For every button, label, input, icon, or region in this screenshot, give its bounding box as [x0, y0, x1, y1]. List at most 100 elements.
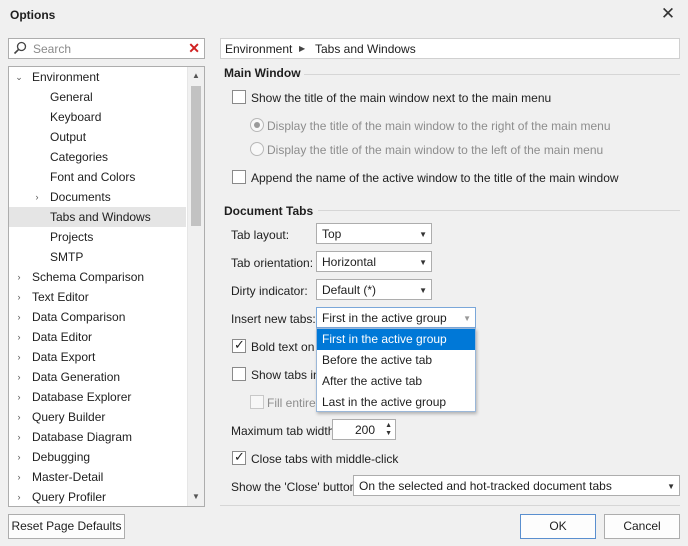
chevron-right-icon[interactable]: › — [14, 287, 24, 307]
breadcrumb-separator-icon: ▶ — [299, 44, 306, 53]
tree-item-label: Schema Comparison — [32, 270, 145, 284]
tree-item-label: Query Builder — [32, 410, 106, 424]
tree-item-smtp[interactable]: SMTP — [9, 247, 186, 267]
tree-item-database-diagram[interactable]: › Database Diagram — [9, 427, 186, 447]
chevron-right-icon[interactable]: › — [14, 347, 24, 367]
tree-item-label: Environment — [32, 70, 100, 84]
tree-item-projects[interactable]: Projects — [9, 227, 186, 247]
tree-item-font-and-colors[interactable]: Font and Colors — [9, 167, 186, 187]
options-tree[interactable]: ⌄ Environment General Keyboard Output Ca… — [8, 66, 205, 507]
bold-text-checkbox[interactable]: ✓ — [232, 337, 246, 353]
breadcrumb-current: Tabs and Windows — [315, 42, 416, 56]
chevron-right-icon[interactable]: › — [14, 427, 24, 447]
tree-item-query-builder[interactable]: › Query Builder — [9, 407, 186, 427]
tree-item-database-explorer[interactable]: › Database Explorer — [9, 387, 186, 407]
close-middle-click-label: Close tabs with middle-click — [251, 452, 399, 466]
dropdown-option[interactable]: Before the active tab — [317, 350, 475, 371]
scroll-up-icon[interactable]: ▲ — [188, 68, 204, 84]
tab-orientation-select[interactable]: Horizontal ▼ — [316, 251, 432, 272]
chevron-right-icon[interactable]: › — [14, 367, 24, 387]
max-tab-width-spinner[interactable]: 200 ▲ ▼ — [332, 419, 396, 440]
tree-scrollbar[interactable]: ▲ ▼ — [187, 67, 204, 506]
dirty-indicator-value: Default (*) — [322, 283, 377, 297]
tree-item-output[interactable]: Output — [9, 127, 186, 147]
reset-page-defaults-button[interactable]: Reset Page Defaults — [8, 514, 125, 539]
tree-item-label: Data Generation — [32, 370, 121, 384]
chevron-right-icon[interactable]: › — [14, 487, 24, 506]
chevron-right-icon[interactable]: › — [14, 307, 24, 327]
chevron-right-icon[interactable]: › — [14, 407, 24, 427]
tree-item-label: General — [50, 90, 93, 104]
tree-item-tabs-and-windows[interactable]: Tabs and Windows — [9, 207, 186, 227]
tree-item-data-editor[interactable]: › Data Editor — [9, 327, 186, 347]
tab-orientation-value: Horizontal — [322, 255, 377, 269]
tree-item-data-comparison[interactable]: › Data Comparison — [9, 307, 186, 327]
tree-item-documents[interactable]: › Documents — [9, 187, 186, 207]
tree-item-label: Data Comparison — [32, 310, 126, 324]
tree-item-data-export[interactable]: › Data Export — [9, 347, 186, 367]
max-tab-width-label: Maximum tab width: — [231, 424, 338, 438]
bold-text-label: Bold text on s — [251, 340, 324, 354]
tree-item-label: Data Export — [32, 350, 96, 364]
cancel-button[interactable]: Cancel — [604, 514, 680, 539]
chevron-right-icon[interactable]: › — [14, 387, 24, 407]
breadcrumb-root[interactable]: Environment — [225, 42, 292, 56]
chevron-right-icon[interactable]: › — [32, 187, 42, 207]
close-middle-click-checkbox[interactable]: ✓ — [232, 449, 246, 465]
window-title: Options — [10, 8, 56, 22]
scroll-down-icon[interactable]: ▼ — [188, 489, 204, 505]
tree-item-label: Master-Detail — [32, 470, 104, 484]
insert-new-tabs-dropdown[interactable]: First in the active group Before the act… — [316, 328, 476, 412]
search-box[interactable]: ✕ — [8, 38, 205, 59]
tree-item-label: Database Explorer — [32, 390, 132, 404]
show-close-button-value: On the selected and hot-tracked document… — [359, 479, 612, 493]
tree-item-keyboard[interactable]: Keyboard — [9, 107, 186, 127]
tree-item-label: Font and Colors — [50, 170, 136, 184]
dirty-indicator-select[interactable]: Default (*) ▼ — [316, 279, 432, 300]
tree-item-schema-comparison[interactable]: › Schema Comparison — [9, 267, 186, 287]
tree-item-label: Keyboard — [50, 110, 102, 124]
ok-button[interactable]: OK — [520, 514, 596, 539]
tree-item-data-generation[interactable]: › Data Generation — [9, 367, 186, 387]
dropdown-arrow-icon: ▼ — [667, 482, 675, 491]
spin-up-icon[interactable]: ▲ — [385, 422, 392, 429]
clear-search-icon[interactable]: ✕ — [188, 40, 200, 57]
chevron-right-icon[interactable]: › — [14, 267, 24, 287]
show-tabs-checkbox[interactable] — [232, 367, 246, 381]
tree-item-text-editor[interactable]: › Text Editor — [9, 287, 186, 307]
tab-layout-label: Tab layout: — [231, 228, 290, 242]
spin-down-icon[interactable]: ▼ — [385, 430, 392, 437]
dropdown-arrow-icon: ▼ — [419, 258, 427, 267]
divider — [304, 74, 680, 75]
tab-layout-select[interactable]: Top ▼ — [316, 223, 432, 244]
dropdown-option[interactable]: First in the active group — [317, 329, 475, 350]
insert-new-tabs-select[interactable]: First in the active group ▼ — [316, 307, 476, 328]
chevron-right-icon[interactable]: › — [14, 327, 24, 347]
tree-item-debugging[interactable]: › Debugging — [9, 447, 186, 467]
tree-item-label: Text Editor — [32, 290, 89, 304]
insert-new-tabs-label: Insert new tabs: — [231, 312, 316, 326]
tab-orientation-label: Tab orientation: — [231, 256, 314, 270]
append-name-checkbox[interactable] — [232, 170, 246, 184]
search-input[interactable] — [33, 40, 183, 57]
insert-new-tabs-value: First in the active group — [322, 311, 447, 325]
document-tabs-heading: Document Tabs — [224, 204, 314, 218]
tree-item-master-detail[interactable]: › Master-Detail — [9, 467, 186, 487]
tree-item-label: Documents — [50, 190, 111, 204]
scroll-thumb[interactable] — [191, 86, 201, 226]
chevron-down-icon[interactable]: ⌄ — [14, 67, 24, 87]
tree-item-categories[interactable]: Categories — [9, 147, 186, 167]
dirty-indicator-label: Dirty indicator: — [231, 284, 308, 298]
show-close-button-select[interactable]: On the selected and hot-tracked document… — [353, 475, 680, 496]
close-icon[interactable]: ✕ — [660, 5, 676, 23]
chevron-right-icon[interactable]: › — [14, 447, 24, 467]
chevron-right-icon[interactable]: › — [14, 467, 24, 487]
tree-item-environment[interactable]: ⌄ Environment — [9, 67, 186, 87]
dropdown-option[interactable]: After the active tab — [317, 371, 475, 392]
tree-item-query-profiler[interactable]: › Query Profiler — [9, 487, 186, 506]
checkmark-icon: ✓ — [234, 449, 245, 464]
show-title-checkbox[interactable] — [232, 90, 246, 104]
dropdown-option[interactable]: Last in the active group — [317, 392, 475, 413]
tree-item-label: Categories — [50, 150, 109, 164]
tree-item-general[interactable]: General — [9, 87, 186, 107]
